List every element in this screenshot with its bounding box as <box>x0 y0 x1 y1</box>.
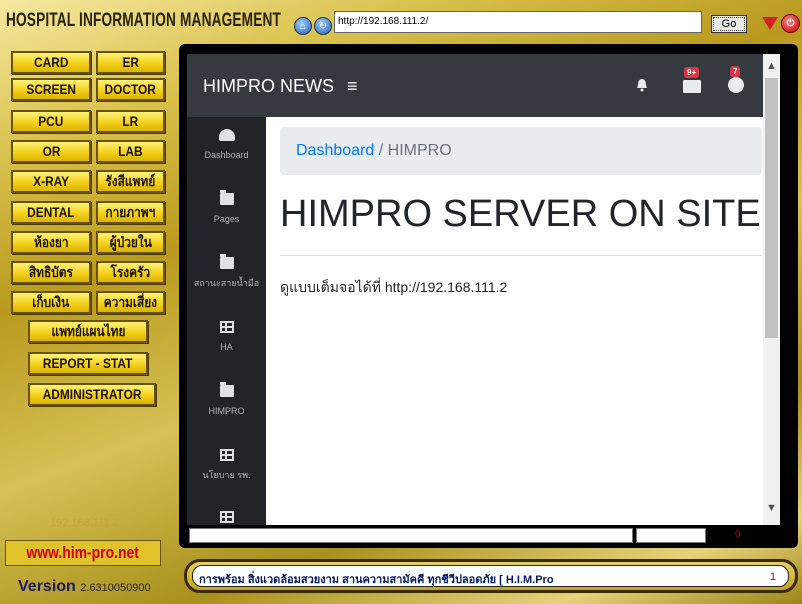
web-sidebar: Dashboard Pages สถานะสายน้ำมือ HA HIMPRO… <box>187 117 266 525</box>
lab-button[interactable]: LAB <box>96 140 165 163</box>
sidebar-item-pages[interactable]: Pages <box>187 190 266 227</box>
status-progress-field <box>636 528 706 543</box>
risk-button[interactable]: ความเสี่ยง <box>96 291 165 314</box>
screen-button[interactable]: SCREEN <box>11 78 91 101</box>
navbar-brand[interactable]: HIMPRO NEWS <box>203 76 334 97</box>
divider <box>280 255 762 256</box>
sidebar-item-dashboard[interactable]: Dashboard <box>187 129 266 163</box>
user-badge: 7 <box>730 66 741 77</box>
sidebar-item-label: HIMPRO <box>208 406 245 416</box>
ticker-text: การพร้อม สิ่งแวดล้อมสวยงาม สานความสามัคค… <box>199 574 554 586</box>
dropdown-arrow-icon[interactable] <box>762 17 778 30</box>
web-navbar: HIMPRO NEWS ≡ 9+ 7 <box>187 54 780 117</box>
sidebar-item-label: HA <box>220 342 233 352</box>
messages-badge: 9+ <box>684 67 700 78</box>
inpatient-button[interactable]: ผู้ป่วยใน <box>96 231 165 254</box>
scroll-thumb[interactable] <box>765 78 778 338</box>
ticker-box: การพร้อม สิ่งแวดล้อมสวยงาม สานความสามัคค… <box>192 565 789 587</box>
pharmacy-button[interactable]: ห้องยา <box>11 231 91 254</box>
status-field <box>189 528 633 543</box>
web-viewport: HIMPRO NEWS ≡ 9+ 7 Dashboard Pages สถานะ… <box>187 54 780 525</box>
table-icon <box>219 321 234 333</box>
status-value: 0 <box>735 529 741 540</box>
sidebar-item-label: Pages <box>213 214 240 224</box>
power-icon[interactable]: ⏻ <box>781 14 800 33</box>
folder-icon <box>219 382 234 397</box>
radiology-button[interactable]: รังสีแพทย์ <box>96 170 165 193</box>
or-button[interactable]: OR <box>11 140 91 163</box>
app-frame: HOSPITAL INFORMATION MANAGEMENT ⌂ ↻ http… <box>0 0 802 604</box>
breadcrumb: Dashboard / HIMPRO <box>280 127 762 175</box>
home-icon[interactable]: ⌂ <box>294 17 312 35</box>
scroll-down-icon[interactable]: ▼ <box>766 502 777 514</box>
status-bar: 0 <box>189 527 777 544</box>
sidebar-item-more[interactable] <box>187 511 266 525</box>
sidebar-item-ha[interactable]: HA <box>187 321 266 355</box>
news-ticker: การพร้อม สิ่งแวดล้อมสวยงาม สานความสามัคค… <box>184 559 798 593</box>
url-input[interactable]: http://192.168.111.2/ <box>334 11 702 33</box>
ip-label: 192.168.111.2 <box>50 517 119 529</box>
sidebar-item-label: สถานะสายน้ำมือ <box>193 278 260 288</box>
vertical-scrollbar[interactable]: ▲ ▼ <box>763 54 780 525</box>
envelope-icon[interactable] <box>683 80 701 93</box>
rights-button[interactable]: สิทธิบัตร <box>11 261 91 284</box>
go-button[interactable]: Go <box>711 15 747 33</box>
administrator-button[interactable]: ADMINISTRATOR <box>28 383 156 406</box>
thai-medicine-button[interactable]: แพทย์แผนไทย <box>28 320 148 343</box>
body-text: ดูแบบเต็มจอได้ที่ http://192.168.111.2 <box>280 279 508 295</box>
ticker-count: 1 <box>769 571 776 583</box>
xray-button[interactable]: X-RAY <box>11 170 91 193</box>
user-circle-icon[interactable] <box>728 77 744 93</box>
breadcrumb-current: HIMPRO <box>387 142 452 159</box>
version-number: 2.6310050900 <box>80 582 151 594</box>
website-link[interactable]: www.him-pro.net <box>5 540 161 566</box>
dental-button[interactable]: DENTAL <box>11 201 91 224</box>
web-content: Dashboard / HIMPRO HIMPRO SERVER ON SITE… <box>266 117 763 525</box>
bell-icon[interactable] <box>636 78 648 92</box>
sidebar-item-label: Dashboard <box>204 150 249 160</box>
breadcrumb-dashboard-link[interactable]: Dashboard <box>296 142 374 159</box>
card-button[interactable]: CARD <box>11 51 91 74</box>
lr-button[interactable]: LR <box>96 110 165 133</box>
sidebar-item-status[interactable]: สถานะสายน้ำมือ <box>187 254 266 291</box>
sidebar-item-himpro[interactable]: HIMPRO <box>187 382 266 419</box>
physio-button[interactable]: กายภาพฯ <box>96 201 165 224</box>
version-text: Version <box>18 578 76 595</box>
refresh-icon[interactable]: ↻ <box>314 17 332 35</box>
table-icon <box>219 511 234 523</box>
sidebar-item-label: นโยบาย รพ. <box>202 470 251 480</box>
version-label: Version 2.6310050900 <box>18 578 151 596</box>
pcu-button[interactable]: PCU <box>11 110 91 133</box>
doctor-button[interactable]: DOCTOR <box>96 78 165 101</box>
table-icon <box>219 449 234 461</box>
report-stat-button[interactable]: REPORT - STAT <box>28 352 148 375</box>
hamburger-icon[interactable]: ≡ <box>347 76 358 97</box>
kitchen-button[interactable]: โรงครัว <box>96 261 165 284</box>
app-title: HOSPITAL INFORMATION MANAGEMENT <box>6 10 282 31</box>
breadcrumb-separator: / <box>378 142 384 159</box>
page-title: HIMPRO SERVER ON SITE <box>280 193 761 235</box>
scroll-up-icon[interactable]: ▲ <box>766 60 777 72</box>
folder-icon <box>219 254 234 269</box>
sidebar-item-policy[interactable]: นโยบาย รพ. <box>187 449 266 483</box>
er-button[interactable]: ER <box>96 51 165 74</box>
tachometer-icon <box>218 129 235 141</box>
finance-button[interactable]: เก็บเงิน <box>11 291 91 314</box>
folder-icon <box>219 190 234 205</box>
